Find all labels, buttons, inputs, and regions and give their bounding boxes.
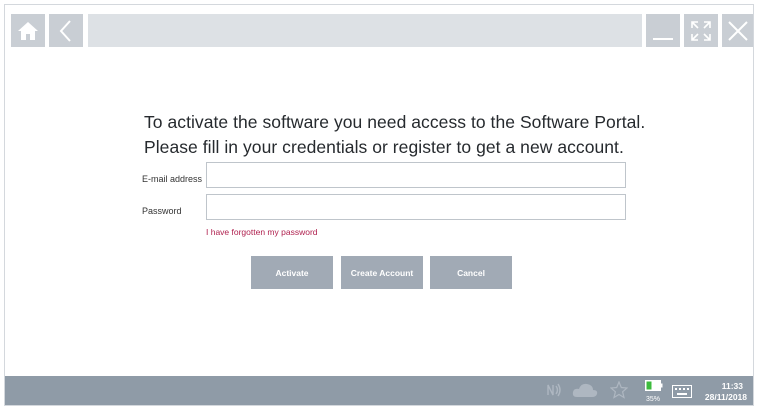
home-icon bbox=[18, 21, 38, 40]
instructions-line-1: To activate the software you need access… bbox=[144, 112, 646, 132]
top-toolbar bbox=[5, 5, 753, 47]
back-button[interactable] bbox=[49, 14, 83, 47]
battery-percent: 35% bbox=[646, 396, 661, 403]
minimize-icon bbox=[653, 37, 673, 40]
email-field[interactable] bbox=[206, 162, 626, 188]
forgot-password-link[interactable]: I have forgotten my password bbox=[206, 227, 318, 237]
instructions-text: To activate the software you need access… bbox=[144, 110, 664, 160]
cloud-icon[interactable] bbox=[571, 381, 599, 399]
battery-icon[interactable] bbox=[645, 380, 663, 392]
password-label: Password bbox=[142, 206, 182, 216]
password-field[interactable] bbox=[206, 194, 626, 220]
create-account-button[interactable]: Create Account bbox=[341, 256, 423, 289]
activate-button[interactable]: Activate bbox=[251, 256, 333, 289]
maximize-button[interactable] bbox=[684, 14, 718, 47]
home-button[interactable] bbox=[11, 14, 45, 47]
expand-icon bbox=[691, 20, 711, 41]
email-label: E-mail address bbox=[142, 174, 203, 184]
chevron-left-icon bbox=[59, 19, 71, 42]
close-icon bbox=[727, 20, 748, 41]
title-field bbox=[88, 14, 642, 47]
cancel-button[interactable]: Cancel bbox=[430, 256, 512, 289]
close-button[interactable] bbox=[722, 14, 753, 47]
clock-time: 11:33 bbox=[721, 381, 743, 391]
clock-date: 28/11/2018 bbox=[704, 392, 747, 402]
app-window: To activate the software you need access… bbox=[4, 4, 754, 406]
star-icon[interactable] bbox=[610, 381, 628, 399]
minimize-button[interactable] bbox=[646, 14, 680, 47]
taskbar: 35% 11:33 28/11/2018 bbox=[5, 376, 753, 405]
nfc-icon[interactable] bbox=[545, 381, 563, 399]
instructions-line-2: Please fill in your credentials or regis… bbox=[144, 137, 624, 157]
